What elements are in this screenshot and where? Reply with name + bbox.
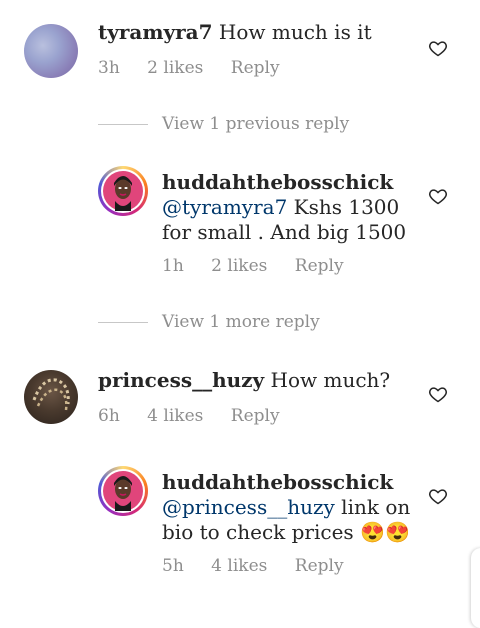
comment-username[interactable]: huddahthebosschick xyxy=(162,470,393,494)
view-more-label[interactable]: View 1 more reply xyxy=(162,312,320,332)
comment-time: 1h xyxy=(162,256,184,276)
comment-time: 3h xyxy=(98,58,120,78)
comment-meta: 5h 4 likes Reply xyxy=(162,556,366,576)
reply-huddahthebosschick-1: huddahthebosschick @tyramyra7 Kshs 1300 … xyxy=(0,150,480,300)
comment-username[interactable]: huddahthebosschick xyxy=(162,170,393,194)
comment-meta: 1h 2 likes Reply xyxy=(162,256,366,276)
avatar[interactable] xyxy=(24,24,78,78)
comment-username[interactable]: princess__huzy xyxy=(98,368,264,392)
hair-photo xyxy=(32,378,70,411)
comment-text: huddahthebosschick @princess__huzy link … xyxy=(162,470,410,545)
avatar[interactable] xyxy=(98,166,148,216)
heart-outline-icon[interactable] xyxy=(428,38,448,58)
comment-text: princess__huzy How much? xyxy=(98,368,390,393)
view-previous-replies[interactable]: View 1 previous reply xyxy=(98,114,349,134)
comment-body: Kshs 1300 xyxy=(287,195,400,219)
comment-username[interactable]: tyramyra7 xyxy=(98,20,213,44)
comment-likes[interactable]: 2 likes xyxy=(211,256,267,276)
reply-button[interactable]: Reply xyxy=(231,406,280,426)
scroll-edge xyxy=(471,548,480,628)
reply-button[interactable]: Reply xyxy=(295,556,344,576)
reply-huddahthebosschick-2: huddahthebosschick @princess__huzy link … xyxy=(0,450,480,600)
comment-princess-huzy: princess__huzy How much? 6h 4 likes Repl… xyxy=(0,346,480,446)
view-previous-label[interactable]: View 1 previous reply xyxy=(162,114,349,134)
heart-outline-icon[interactable] xyxy=(428,186,448,206)
face-illustration xyxy=(114,476,132,511)
comment-text: huddahthebosschick @tyramyra7 Kshs 1300 … xyxy=(162,170,406,245)
comment-time: 6h xyxy=(98,406,120,426)
heart-outline-icon[interactable] xyxy=(428,486,448,506)
comment-meta: 6h 4 likes Reply xyxy=(98,406,302,426)
comment-body: How much? xyxy=(270,368,391,392)
comment-likes[interactable]: 4 likes xyxy=(147,406,203,426)
avatar[interactable] xyxy=(24,370,78,424)
mention-link[interactable]: @tyramyra7 xyxy=(162,195,287,219)
comment-body-cont: for small . And big 1500 xyxy=(162,220,407,244)
face-illustration xyxy=(114,176,132,211)
reply-button[interactable]: Reply xyxy=(295,256,344,276)
comment-likes[interactable]: 4 likes xyxy=(211,556,267,576)
comment-meta: 3h 2 likes Reply xyxy=(98,58,302,78)
comment-body: link on xyxy=(334,495,411,519)
comment-text: tyramyra7 How much is it xyxy=(98,20,372,45)
heart-outline-icon[interactable] xyxy=(428,384,448,404)
avatar[interactable] xyxy=(98,466,148,516)
divider xyxy=(98,124,148,125)
view-more-replies[interactable]: View 1 more reply xyxy=(98,312,320,332)
comment-tyramyra7: tyramyra7 How much is it 3h 2 likes Repl… xyxy=(0,0,480,100)
comment-time: 5h xyxy=(162,556,184,576)
comment-body-cont: bio to check prices 😍😍 xyxy=(162,520,410,544)
divider xyxy=(98,322,148,323)
comment-likes[interactable]: 2 likes xyxy=(147,58,203,78)
reply-button[interactable]: Reply xyxy=(231,58,280,78)
mention-link[interactable]: @princess__huzy xyxy=(162,495,335,519)
comment-body: How much is it xyxy=(218,20,372,44)
